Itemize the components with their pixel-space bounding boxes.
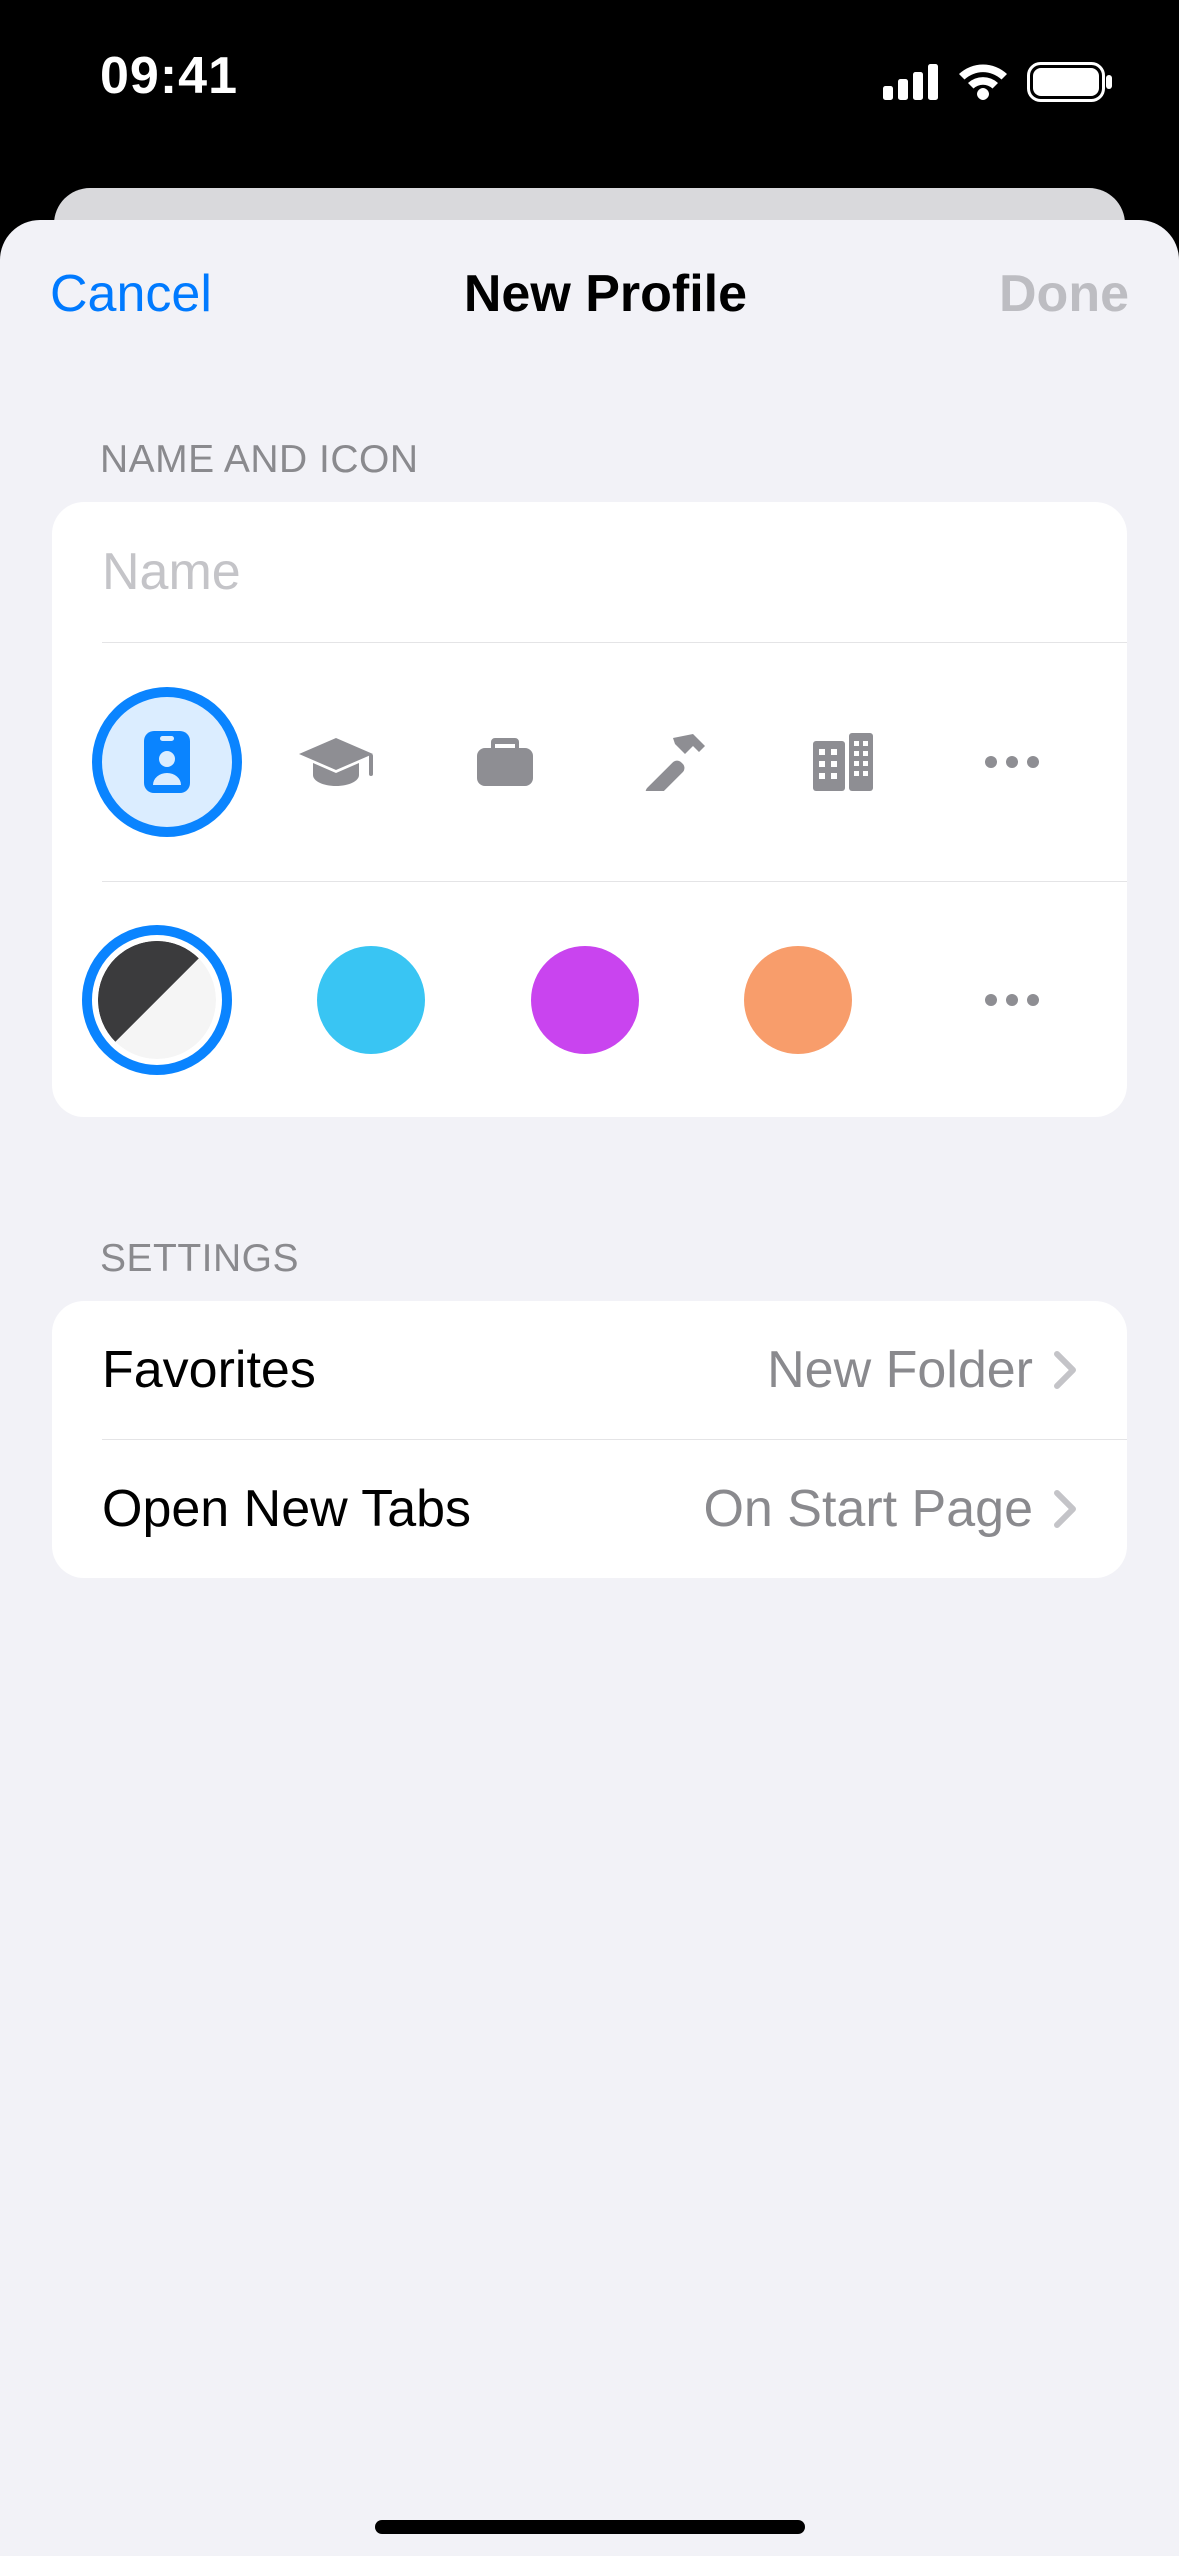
settings-card: Favorites New Folder Open New Tabs On St… xyxy=(52,1301,1127,1578)
open-new-tabs-value: On Start Page xyxy=(703,1479,1033,1539)
ellipsis-icon xyxy=(984,755,1040,769)
profile-icon-id-card[interactable] xyxy=(92,687,242,837)
favorites-row[interactable]: Favorites New Folder xyxy=(52,1301,1127,1439)
color-swatch-icon xyxy=(317,946,425,1054)
name-icon-card xyxy=(52,502,1127,1117)
open-new-tabs-row[interactable]: Open New Tabs On Start Page xyxy=(52,1440,1127,1578)
name-input-row xyxy=(52,502,1127,642)
color-purple[interactable] xyxy=(510,925,660,1075)
chevron-right-icon xyxy=(1053,1350,1077,1390)
chevron-right-icon xyxy=(1053,1489,1077,1529)
home-indicator xyxy=(375,2520,805,2534)
id-card-icon xyxy=(144,731,190,793)
more-icons-button[interactable] xyxy=(937,687,1087,837)
icon-picker-row xyxy=(52,643,1127,881)
status-indicators xyxy=(883,62,1113,102)
auto-color-swatch-icon xyxy=(98,941,216,1059)
sheet-header: Cancel New Profile Done xyxy=(0,220,1179,350)
cancel-button[interactable]: Cancel xyxy=(50,264,212,324)
color-swatch-icon xyxy=(744,946,852,1054)
favorites-value: New Folder xyxy=(767,1340,1033,1400)
cellular-icon xyxy=(883,64,939,100)
profile-icon-building[interactable] xyxy=(768,687,918,837)
ellipsis-icon xyxy=(984,993,1040,1007)
color-auto-bw[interactable] xyxy=(82,925,232,1075)
open-new-tabs-label: Open New Tabs xyxy=(102,1479,471,1539)
status-bar: 09:41 xyxy=(0,0,1179,110)
wifi-icon xyxy=(957,63,1009,101)
profile-icon-briefcase[interactable] xyxy=(430,687,580,837)
section-header-settings: SETTINGS xyxy=(100,1237,1079,1281)
row-tail: New Folder xyxy=(767,1340,1077,1400)
color-blue[interactable] xyxy=(296,925,446,1075)
section-header-name-icon: NAME AND ICON xyxy=(100,438,1079,482)
hammer-icon xyxy=(641,733,707,791)
graduation-cap-icon xyxy=(297,736,375,788)
color-picker-row xyxy=(52,882,1127,1117)
building-icon xyxy=(811,733,875,791)
color-orange[interactable] xyxy=(723,925,873,1075)
profile-icon-graduation-cap[interactable] xyxy=(261,687,411,837)
favorites-label: Favorites xyxy=(102,1340,316,1400)
briefcase-icon xyxy=(475,736,535,788)
sheet-title: New Profile xyxy=(464,264,747,324)
profile-icon-hammer[interactable] xyxy=(599,687,749,837)
row-tail: On Start Page xyxy=(703,1479,1077,1539)
color-swatch-icon xyxy=(531,946,639,1054)
battery-icon xyxy=(1027,62,1113,102)
more-colors-button[interactable] xyxy=(937,993,1087,1007)
profile-name-input[interactable] xyxy=(102,502,1077,642)
status-time: 09:41 xyxy=(100,46,238,106)
done-button[interactable]: Done xyxy=(999,264,1129,324)
new-profile-sheet: Cancel New Profile Done NAME AND ICON xyxy=(0,220,1179,2556)
